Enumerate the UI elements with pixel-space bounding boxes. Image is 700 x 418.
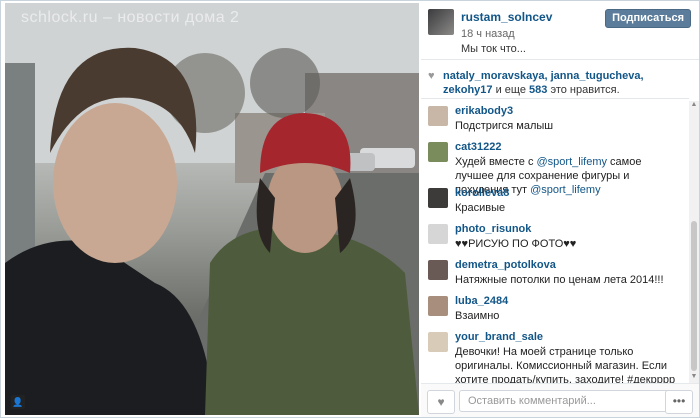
likes-suffix: это нравится. [550, 84, 620, 96]
more-options-button[interactable]: ••• [665, 390, 693, 414]
comment-username[interactable]: demetra_potolkova [455, 259, 556, 271]
comment-footer: ♥ Оставить комментарий... ••• [421, 383, 699, 417]
comment-username[interactable]: cat31222 [455, 141, 502, 153]
instagram-post-frame: schlock.ru – новости дома 2 👤 rustam_sol… [0, 0, 700, 418]
comment-row: luba_2484 Взаимно [421, 291, 689, 327]
comment-text: Красивые [455, 202, 506, 214]
like-button[interactable]: ♥ [427, 390, 455, 414]
comment-username[interactable]: luba_2484 [455, 295, 508, 307]
comment-text: Взаимно [455, 310, 500, 322]
comment-username[interactable]: your_brand_sale [455, 331, 543, 343]
likes-section: ♥ nataly_moravskaya, janna_tugucheva, ze… [421, 60, 689, 99]
comment-row: your_brand_sale Девочки! На моей странице… [421, 327, 689, 383]
photo-watermark: schlock.ru – новости дома 2 [21, 9, 240, 26]
comment-username[interactable]: erikabody3 [455, 105, 513, 117]
post-caption: Мы ток что... [461, 43, 526, 55]
likes-count[interactable]: 583 [529, 84, 547, 96]
heart-icon: ♥ [428, 70, 435, 82]
comment-row: erikabody3 Подстригся малыш [421, 101, 689, 137]
comment-row: photo_risunok ♥♥РИСУЮ ПО ФОТО♥♥ [421, 219, 689, 255]
avatar[interactable] [428, 9, 454, 35]
comment-row: demetra_potolkova Натяжные потолки по цен… [421, 255, 689, 291]
comments-scrollbar[interactable]: ▲ ▼ [689, 101, 699, 383]
comment-text: Натяжные потолки по ценам лета 2014!!! [455, 274, 664, 286]
likes-more: и еще [495, 84, 526, 96]
comment-text: Девочки! На моей странице только оригина… [455, 346, 676, 383]
scroll-thumb[interactable] [691, 221, 697, 371]
likes-text: nataly_moravskaya, janna_tugucheva, zeko… [443, 69, 683, 97]
comment-avatar[interactable] [428, 188, 448, 208]
comment-text: ♥♥РИСУЮ ПО ФОТО♥♥ [455, 238, 577, 250]
chevron-down-icon[interactable]: ▼ [689, 373, 699, 383]
comment-row: korolleva8 Красивые [421, 183, 689, 219]
comments-list: erikabody3 Подстригся малыш cat31222 Худей … [421, 101, 689, 383]
comment-avatar[interactable] [428, 106, 448, 126]
comment-text: Подстригся малыш [455, 120, 554, 132]
comment-input[interactable]: Оставить комментарий... [459, 390, 673, 412]
comment-avatar[interactable] [428, 224, 448, 244]
comment-username[interactable]: photo_risunok [455, 223, 531, 235]
post-username[interactable]: rustam_solncev [461, 10, 552, 24]
comment-avatar[interactable] [428, 142, 448, 162]
comment-avatar[interactable] [428, 332, 448, 352]
post-time[interactable]: 18 ч назад [461, 28, 515, 40]
mention-link[interactable]: @sport_lifemy [537, 156, 607, 168]
comment-row: cat31222 Худей вместе с @sport_lifemy сам… [421, 137, 689, 196]
post-photo[interactable]: schlock.ru – новости дома 2 👤 [5, 3, 419, 415]
photo-illustration [5, 3, 419, 415]
comment-username[interactable]: korolleva8 [455, 187, 509, 199]
comment-avatar[interactable] [428, 296, 448, 316]
follow-button[interactable]: Подписаться [605, 9, 691, 28]
post-header: rustam_solncev 18 ч назад Мы ток что... … [421, 1, 699, 60]
person-icon[interactable]: 👤 [11, 395, 25, 409]
comment-avatar[interactable] [428, 260, 448, 280]
post-details-panel: rustam_solncev 18 ч назад Мы ток что... … [421, 1, 699, 417]
chevron-up-icon[interactable]: ▲ [689, 101, 699, 111]
